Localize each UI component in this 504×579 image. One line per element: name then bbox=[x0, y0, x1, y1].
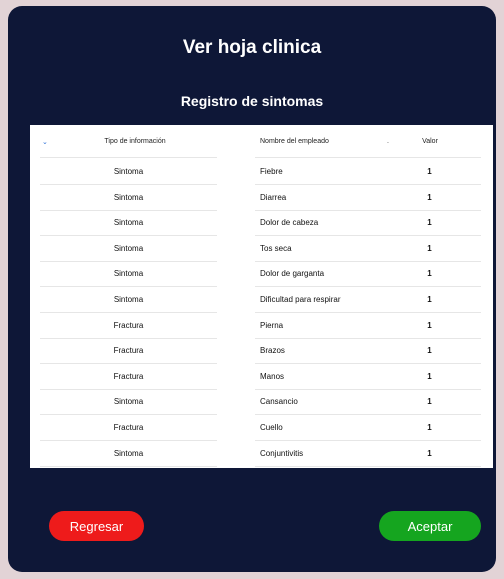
row-tipo-cell: Sintoma bbox=[113, 218, 144, 228]
row-valor-cell: 1 bbox=[427, 448, 432, 458]
row-nombre-cell: Fiebre bbox=[260, 167, 283, 176]
row-nombre-cell: Conjuntivitis bbox=[260, 448, 304, 458]
row-tipo-cell: Sintoma bbox=[113, 192, 144, 202]
row-valor-cell: 1 bbox=[427, 295, 432, 304]
row-divider bbox=[40, 388, 217, 390]
row-nombre-cell: Pierna bbox=[260, 320, 284, 330]
row-valor-cell: 1 bbox=[427, 346, 432, 356]
accept-button[interactable]: Aceptar bbox=[379, 511, 481, 541]
column-header-valor[interactable]: Valor bbox=[415, 138, 445, 145]
row-nombre-cell: Brazos bbox=[260, 346, 285, 356]
clinical-sheet-dialog: Ver hoja clinica Registro de sintomas ⌄ … bbox=[8, 6, 496, 572]
row-tipo-cell: Fractura bbox=[113, 423, 144, 432]
row-divider bbox=[255, 414, 481, 416]
row-nombre-cell: Manos bbox=[260, 371, 285, 381]
row-divider bbox=[255, 363, 481, 365]
row-nombre-cell: Diarrea bbox=[260, 192, 287, 202]
row-tipo-cell: Fractura bbox=[113, 371, 144, 381]
row-valor-cell: 1 bbox=[427, 320, 432, 330]
row-valor-cell: 1 bbox=[427, 243, 432, 253]
row-tipo-cell: Fractura bbox=[113, 346, 144, 356]
row-divider bbox=[40, 363, 217, 365]
row-nombre-cell: Tos seca bbox=[260, 243, 292, 253]
header-divider bbox=[40, 157, 217, 158]
row-divider bbox=[255, 286, 481, 288]
row-divider bbox=[255, 260, 481, 262]
dialog-subtitle: Registro de sintomas bbox=[180, 93, 324, 109]
row-divider bbox=[40, 209, 217, 211]
row-valor-cell: 1 bbox=[427, 423, 432, 432]
row-divider bbox=[40, 414, 217, 416]
row-nombre-cell: Dolor de cabeza bbox=[260, 218, 319, 228]
row-tipo-cell: Fractura bbox=[113, 320, 144, 330]
row-nombre-cell: Cansancio bbox=[260, 397, 298, 407]
row-valor-cell: 1 bbox=[427, 269, 432, 279]
row-tipo-cell: Sintoma bbox=[113, 167, 144, 176]
back-button[interactable]: Regresar bbox=[49, 511, 144, 541]
row-valor-cell: 1 bbox=[427, 218, 432, 228]
row-nombre-cell: Dolor de garganta bbox=[260, 269, 325, 279]
row-divider bbox=[255, 235, 481, 237]
row-divider bbox=[40, 440, 217, 441]
row-valor-cell: 1 bbox=[427, 397, 432, 407]
row-divider bbox=[40, 286, 217, 288]
row-divider bbox=[40, 312, 217, 313]
symptoms-table: ⌄ Tipo de información Nombre del emplead… bbox=[30, 125, 493, 468]
row-tipo-cell: Sintoma bbox=[113, 448, 144, 458]
column-separator: . bbox=[387, 138, 389, 145]
row-divider bbox=[255, 440, 481, 441]
row-divider bbox=[255, 388, 481, 390]
row-tipo-cell: Sintoma bbox=[113, 397, 144, 407]
row-tipo-cell: Sintoma bbox=[113, 243, 144, 253]
column-header-tipo[interactable]: Tipo de información bbox=[40, 138, 230, 145]
row-nombre-cell: Dificultad para respirar bbox=[260, 295, 341, 304]
column-header-nombre[interactable]: Nombre del empleado bbox=[260, 138, 329, 145]
row-divider bbox=[40, 235, 217, 237]
row-divider bbox=[40, 337, 217, 339]
row-divider bbox=[255, 337, 481, 339]
row-valor-cell: 1 bbox=[427, 371, 432, 381]
row-valor-cell: 1 bbox=[427, 167, 432, 176]
dialog-title: Ver hoja clinica bbox=[182, 37, 322, 58]
header-divider bbox=[255, 157, 481, 158]
row-divider bbox=[40, 184, 217, 185]
row-divider bbox=[255, 209, 481, 211]
row-divider bbox=[255, 312, 481, 313]
row-tipo-cell: Sintoma bbox=[113, 269, 144, 279]
row-divider bbox=[40, 260, 217, 262]
row-divider bbox=[40, 465, 217, 467]
row-divider bbox=[255, 184, 481, 185]
row-tipo-cell: Sintoma bbox=[113, 295, 144, 304]
row-divider bbox=[255, 465, 481, 467]
row-valor-cell: 1 bbox=[427, 192, 432, 202]
row-nombre-cell: Cuello bbox=[260, 423, 283, 432]
